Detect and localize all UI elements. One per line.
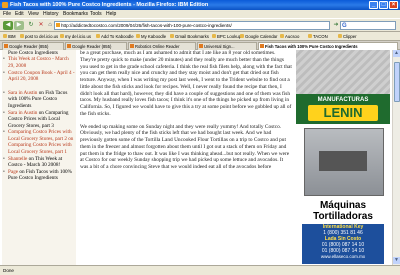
scroll-up-icon[interactable]: ▲ [393, 50, 400, 57]
article-body: be a great purchase, much as I am ashame… [80, 50, 292, 177]
comment-item: Page on Fish Tacos with 100% Pure Costco… [3, 168, 76, 182]
ad-phone-box: International Key 1 (800) 351 81 46 Lada… [302, 224, 384, 264]
forward-arrow-icon[interactable]: ▶ [14, 21, 24, 30]
scroll-down-icon[interactable]: ▼ [393, 257, 400, 264]
comment-item: Sara in Austin on Fish Tacos with 100% P… [3, 90, 76, 109]
comment-text: on Fish Tacos with 100% Pure Costco Ingr… [8, 168, 72, 182]
ad-title-line1: Máquinas [319, 200, 367, 211]
ad-machine-image [304, 128, 384, 196]
tab-label: Google Reader (855) [72, 44, 112, 49]
site-favicon-icon [56, 23, 60, 27]
google-search-icon: G [342, 23, 347, 29]
status-text: Done [3, 268, 14, 273]
reload-icon[interactable]: ↻ [26, 21, 36, 30]
bookmark-item[interactable]: TACON [308, 32, 328, 41]
tab-favicon-icon [4, 44, 8, 48]
sidebar-post-link[interactable]: Costco Coupon Book - April 4 - April 20,… [8, 70, 75, 82]
menu-help[interactable]: Help [106, 10, 116, 18]
ad-brand-logo: MANUFACTURAS LENIN [296, 94, 390, 124]
recent-comments-list: Sara in Austin on Fish Tacos with 100% P… [2, 90, 76, 182]
vertical-scrollbar[interactable]: ▲ ▼ [392, 50, 400, 265]
comment-author[interactable]: Page [8, 169, 18, 175]
comment-text[interactable]: Comparing Costco Prices with Local Groce… [8, 129, 73, 154]
bookmark-item[interactable]: Gmail Bookmarks [170, 32, 209, 41]
tab-google-reader[interactable]: Google Reader (855) [2, 42, 64, 50]
ad-website: www.ellaseco.com.mx [320, 254, 366, 259]
url-text: http://addictedtocostco.com/2009/04/26/f… [61, 23, 232, 28]
bookmarks-toolbar: IBM post to del.icio.us my del.icio.us A… [0, 32, 400, 41]
menu-bookmarks[interactable]: Bookmarks [63, 10, 88, 18]
ad-title-line2: Tortilladoras [313, 211, 373, 222]
menu-file[interactable]: File [3, 10, 11, 18]
menu-view[interactable]: View [28, 10, 39, 18]
bookmark-item[interactable]: Add To Kaboodle [96, 32, 134, 41]
comment-author[interactable]: Sara in Austin [8, 110, 37, 116]
bookmark-item[interactable]: IBM [3, 32, 16, 41]
back-arrow-icon[interactable]: ◀ [3, 21, 13, 30]
tab-favicon-icon [130, 44, 134, 48]
tab-label: Robotics Online Reader [135, 44, 180, 49]
tab-favicon-icon [260, 44, 264, 48]
search-input[interactable]: G [340, 21, 396, 30]
tab-universal-sign[interactable]: Universal Sign... [197, 42, 257, 50]
tab-favicon-icon [67, 44, 71, 48]
menu-tools[interactable]: Tools [90, 10, 102, 18]
sidebar-post-link[interactable]: This Week at Costco - March 29, 2008 [8, 56, 69, 68]
page-content: Pure Costco Ingredients This Week at Cos… [0, 50, 392, 265]
tab-robotics-reader[interactable]: Robotics Online Reader [128, 42, 196, 50]
firefox-icon [2, 2, 8, 8]
maximize-button[interactable]: □ [379, 1, 388, 9]
bookmark-item[interactable]: BPC Lookup [212, 32, 241, 41]
window-title-bar: Fish Tacos with 100% Pure Costco Ingredi… [0, 0, 400, 10]
window-title: Fish Tacos with 100% Pure Costco Ingredi… [10, 2, 209, 8]
menu-edit[interactable]: Edit [15, 10, 24, 18]
tab-bar: Google Reader (855) Google Reader (855) … [0, 41, 400, 50]
navigation-toolbar: ◀ ▶ ↻ ✕ ⌂ http://addictedtocostco.com/20… [0, 18, 400, 32]
bookmark-item[interactable]: Clipper [338, 32, 357, 41]
comment-author[interactable]: Shantelle [8, 156, 27, 162]
menu-history[interactable]: History [43, 10, 59, 18]
comment-item: Comparing Costco Prices with Local Groce… [3, 129, 76, 155]
status-bar: Done [0, 265, 400, 275]
article-paragraph: We ended up making some on Sunday night … [80, 123, 290, 171]
ad-machine-photo [296, 50, 390, 94]
close-button[interactable]: × [389, 1, 398, 9]
sidebar: Pure Costco Ingredients This Week at Cos… [2, 50, 76, 265]
tab-label: Google Reader (855) [9, 44, 49, 49]
ad-brand-line1: MANUFACTURAS [317, 97, 369, 103]
advertisement[interactable]: MANUFACTURAS LENIN Máquinas Tortilladora… [296, 50, 390, 265]
ad-brand-line2: LENIN [308, 105, 378, 121]
bookmark-item[interactable]: Google Calendar [240, 32, 278, 41]
bookmark-item[interactable]: My Kaboodle [136, 32, 166, 41]
minimize-button[interactable]: _ [369, 1, 378, 9]
tab-label: Universal Sign... [204, 44, 235, 49]
comment-author[interactable]: Sara in Austin [8, 90, 37, 96]
address-bar[interactable]: http://addictedtocostco.com/2009/04/26/f… [54, 21, 330, 30]
comment-item: Sara in Austin on Comparing Costco Price… [3, 110, 76, 129]
bookmark-item[interactable]: my del.icio.us [60, 32, 91, 41]
menu-bar: File Edit View History Bookmarks Tools H… [0, 10, 400, 18]
bookmark-item[interactable]: post to del.icio.us [20, 32, 58, 41]
tab-google-reader-2[interactable]: Google Reader (855) [65, 42, 127, 50]
comment-item: Shantelle on This Week at Costco - March… [3, 156, 76, 169]
ad-title: Máquinas Tortilladoras [296, 200, 390, 222]
tab-favicon-icon [199, 44, 203, 48]
tab-label: Fish Tacos with 100% Pure Costco Ingredi… [265, 44, 358, 49]
bookmark-item[interactable]: Aucsoo [280, 32, 299, 41]
scrollbar-thumb[interactable] [394, 62, 400, 102]
sidebar-post-list: This Week at Costco - March 29, 2008 Cos… [2, 56, 76, 82]
tab-fish-tacos[interactable]: Fish Tacos with 100% Pure Costco Ingredi… [258, 42, 398, 50]
article-paragraph: be a great purchase, much as I am ashame… [80, 50, 292, 117]
